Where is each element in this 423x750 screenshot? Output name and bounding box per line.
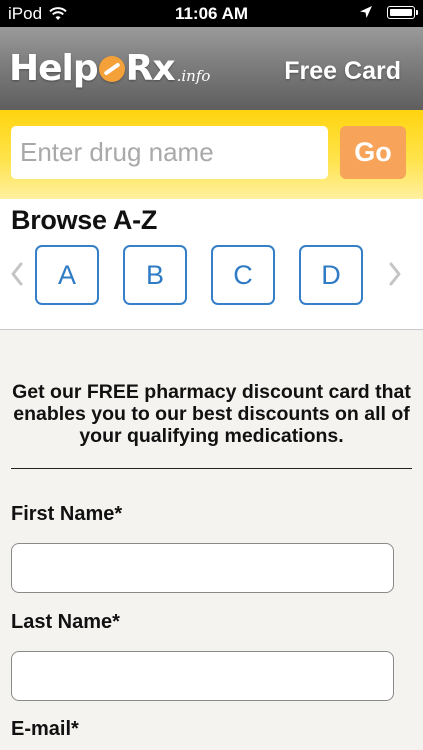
drug-search-input[interactable] <box>11 126 328 179</box>
helporx-logo[interactable]: Help Rx .info <box>9 49 210 89</box>
pill-icon <box>98 56 125 82</box>
email-label: E-mail* <box>11 718 79 740</box>
promo-text: Get our FREE pharmacy discount card that… <box>12 381 411 447</box>
location-arrow-icon <box>360 6 372 18</box>
logo-text-help: Help <box>9 48 99 89</box>
last-name-label: Last Name* <box>11 611 120 633</box>
browse-a-z-section: Browse A-Z A B C D <box>0 199 423 330</box>
browse-title: Browse A-Z <box>11 205 158 235</box>
battery-tip <box>416 9 418 15</box>
status-right <box>359 5 418 19</box>
go-button[interactable]: Go <box>340 126 406 179</box>
last-name-field[interactable] <box>11 651 394 701</box>
free-card-link[interactable]: Free Card <box>284 57 401 86</box>
divider <box>11 468 412 469</box>
app-header: Help Rx .info Free Card <box>0 27 423 110</box>
first-name-label: First Name* <box>11 503 123 525</box>
status-bar: iPod 11:06 AM <box>0 0 423 27</box>
first-name-field[interactable] <box>11 543 394 593</box>
letter-d-button[interactable]: D <box>299 245 363 305</box>
battery-fill <box>390 8 412 16</box>
search-bar: Go <box>0 110 423 199</box>
battery-icon <box>387 5 418 19</box>
logo-suffix: .info <box>176 67 211 85</box>
letter-a-button[interactable]: A <box>35 245 99 305</box>
letter-c-button[interactable]: C <box>211 245 275 305</box>
chevron-left-icon[interactable] <box>10 261 24 287</box>
chevron-right-icon[interactable] <box>388 261 402 287</box>
logo-text-rx: Rx <box>125 48 176 89</box>
letter-b-button[interactable]: B <box>123 245 187 305</box>
